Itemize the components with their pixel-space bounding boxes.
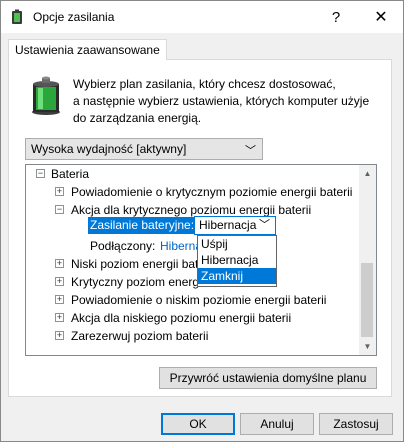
tree-item-bateria[interactable]: − Bateria [26, 165, 356, 183]
close-button[interactable]: ✕ [359, 1, 403, 33]
expand-icon[interactable]: + [55, 259, 64, 268]
battery-power-combo-value: Hibernacja [199, 218, 257, 232]
plugged-in-label: Podłączony: [90, 239, 156, 253]
power-plan-value: Wysoka wydajność [aktywny] [31, 142, 187, 156]
tree-item-low-notification[interactable]: + Powiadomienie o niskim poziomie energi… [26, 291, 356, 309]
tree-item-label: Bateria [51, 167, 90, 181]
expand-icon[interactable]: + [55, 187, 64, 196]
advanced-settings-panel: Wybierz plan zasilania, który chcesz dos… [8, 59, 392, 397]
title-bar: Opcje zasilania ? ✕ [1, 1, 403, 33]
chevron-down-icon: ﹀ [259, 219, 270, 231]
power-plan-select[interactable]: Wysoka wydajność [aktywny] ﹀ [25, 138, 263, 160]
intro-text: Wybierz plan zasilania, który chcesz dos… [73, 76, 383, 127]
expand-icon[interactable]: + [55, 313, 64, 322]
scroll-down-icon[interactable]: ▼ [359, 338, 376, 355]
intro-line-1: Wybierz plan zasilania, który chcesz dos… [73, 77, 336, 91]
collapse-icon[interactable]: − [55, 205, 64, 214]
battery-app-icon [12, 9, 22, 24]
scroll-up-icon[interactable]: ▲ [359, 165, 376, 182]
expand-icon[interactable]: + [55, 277, 64, 286]
tree-item-plugged-in[interactable]: Podłączony: Hibernacja [26, 237, 356, 255]
dropdown-option-sleep[interactable]: Uśpij [198, 236, 276, 252]
collapse-icon[interactable]: − [36, 169, 45, 178]
settings-tree[interactable]: − Bateria + Powiadomienie o krytycznym p… [25, 164, 377, 356]
tree-item-reserve-level[interactable]: + Zarezerwuj poziom baterii [26, 327, 356, 345]
help-button[interactable]: ? [314, 1, 358, 33]
cancel-button[interactable]: Anuluj [240, 413, 314, 435]
restore-defaults-button[interactable]: Przywróć ustawienia domyślne planu [159, 367, 377, 389]
tree-item-label: Niski poziom energii baterii [71, 257, 215, 271]
expand-icon[interactable]: + [55, 331, 64, 340]
chevron-down-icon: ﹀ [245, 145, 256, 157]
tab-advanced-settings[interactable]: Ustawienia zaawansowane [8, 39, 167, 60]
tree-item-critical-battery-level[interactable]: + Krytyczny poziom energii baterii [26, 273, 356, 291]
power-options-dialog: Opcje zasilania ? ✕ Ustawienia zaawansow… [0, 0, 404, 442]
ok-button[interactable]: OK [161, 413, 235, 435]
battery-icon [32, 76, 60, 115]
window-title: Opcje zasilania [33, 10, 115, 24]
dropdown-option-shutdown[interactable]: Zamknij [198, 268, 276, 284]
tree-item-low-battery-level[interactable]: + Niski poziom energii baterii [26, 255, 356, 273]
intro-line-3: do zarządzania energią. [73, 111, 202, 125]
tree-item-low-action[interactable]: + Akcja dla niskiego poziomu energii bat… [26, 309, 356, 327]
battery-power-label[interactable]: Zasilanie bateryjne: [88, 217, 197, 234]
tree-item-label: Akcja dla niskiego poziomu energii bater… [71, 311, 292, 325]
tree-item-label: Powiadomienie o niskim poziomie energii … [71, 293, 327, 307]
tree-scrollbar[interactable]: ▲ ▼ [359, 165, 376, 355]
dropdown-option-hibernate[interactable]: Hibernacja [198, 252, 276, 268]
tree-item-label: Zarezerwuj poziom baterii [71, 329, 209, 343]
settings-tree-content: − Bateria + Powiadomienie o krytycznym p… [26, 165, 358, 355]
intro-line-2: a następnie wybierz ustawienia, których … [73, 94, 370, 108]
tree-item-label: Powiadomienie o krytycznym poziomie ener… [71, 185, 353, 199]
expand-icon[interactable]: + [55, 295, 64, 304]
battery-power-combo[interactable]: Hibernacja ﹀ [194, 216, 276, 235]
scroll-thumb[interactable] [361, 263, 373, 337]
battery-power-dropdown[interactable]: Uśpij Hibernacja Zamknij [197, 235, 277, 287]
apply-button[interactable]: Zastosuj [319, 413, 393, 435]
tree-item-critical-notification[interactable]: + Powiadomienie o krytycznym poziomie en… [26, 183, 356, 201]
